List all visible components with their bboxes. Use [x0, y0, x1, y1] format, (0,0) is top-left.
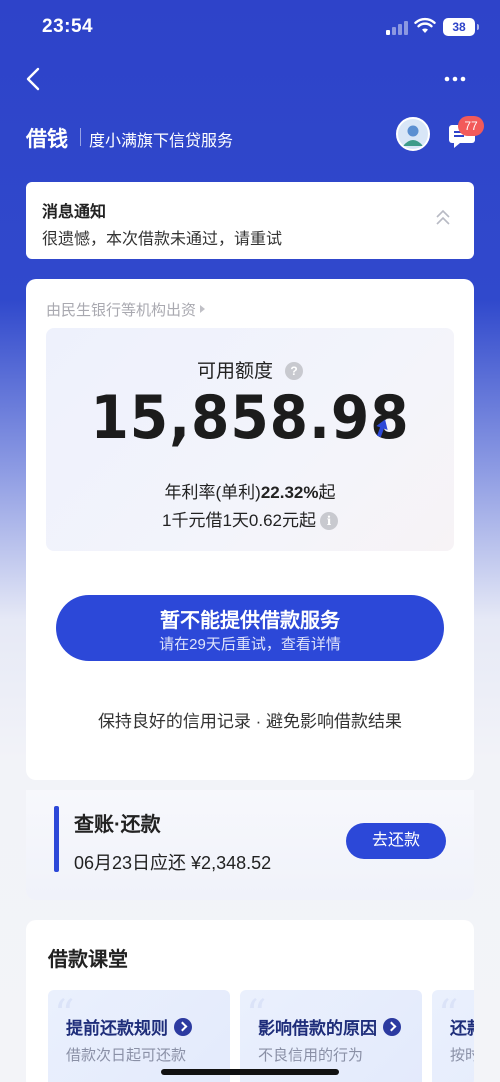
notice-card[interactable]: 消息通知 很遗憾，本次借款未通过，请重试: [26, 182, 474, 259]
chevron-right-icon: [200, 305, 206, 313]
status-time: 23:54: [42, 16, 94, 37]
page-title: 借钱: [26, 128, 68, 151]
lender-text: 由民生银行等机构出资: [46, 302, 197, 319]
collapse-icon[interactable]: [434, 208, 452, 228]
daily-cost: 1千元借1天0.62元起 i: [46, 506, 454, 531]
daily-cost-text: 1千元借1天0.62元起: [162, 511, 316, 530]
user-icon: [398, 119, 428, 149]
message-count-badge: 77: [458, 116, 484, 136]
wifi-icon: [414, 17, 436, 33]
more-icon[interactable]: [440, 69, 470, 89]
avatar[interactable]: [396, 117, 430, 151]
accent-bar: [54, 806, 59, 872]
battery-icon: 38: [443, 18, 479, 36]
rate-value: 22.32%: [260, 483, 319, 502]
header-divider: [80, 128, 81, 146]
lesson-subtitle: 不良信用的行为: [258, 1047, 364, 1064]
arrow-right-icon: [174, 1018, 192, 1036]
lesson-title: 影响借款的原因: [258, 1014, 401, 1039]
lesson-card[interactable]: “ 还款 按时: [432, 990, 474, 1082]
page-subtitle: 度小满旗下信贷服务: [89, 133, 234, 150]
notice-title: 消息通知: [42, 204, 107, 221]
classroom-title: 借款课堂: [48, 949, 128, 971]
lesson-subtitle: 借款次日起可还款: [66, 1047, 187, 1064]
home-indicator: [161, 1069, 339, 1075]
rate-prefix: 年利率(单利): [164, 483, 261, 502]
credit-label-row: 可用额度?: [46, 356, 454, 383]
repay-title: 查账·还款: [74, 814, 161, 836]
info-icon[interactable]: i: [320, 512, 338, 530]
loan-unavailable-button[interactable]: 暂不能提供借款服务 请在29天后重试，查看详情: [56, 595, 444, 661]
notice-text: 很遗憾，本次借款未通过，请重试: [42, 231, 283, 248]
rate-suffix: 起: [318, 483, 336, 502]
status-bar: 23:54 38: [0, 0, 500, 54]
loan-button-title: 暂不能提供借款服务: [160, 610, 340, 632]
arrow-right-icon: [383, 1018, 401, 1036]
loan-button-subtitle: 请在29天后重试，查看详情: [159, 636, 341, 653]
repay-card: 查账·还款 06月23日应还 ¥2,348.52 去还款: [26, 790, 474, 900]
back-arrow-icon[interactable]: [22, 67, 46, 91]
loan-classroom: 借款课堂 “ 提前还款规则 借款次日起可还款 “ 影响借款的原因 不良信用的行为…: [26, 920, 474, 1082]
repay-button[interactable]: 去还款: [346, 823, 446, 859]
lesson-subtitle: 按时: [450, 1047, 474, 1064]
credit-card: 由民生银行等机构出资 可用额度? 15,858.98 年利率(单利)22.32%…: [26, 279, 474, 780]
trend-up-icon: [376, 419, 388, 438]
lesson-title: 提前还款规则: [66, 1014, 192, 1039]
credit-tip: 保持良好的信用记录 · 避免影响借款结果: [97, 712, 403, 731]
lesson-title: 还款: [450, 1019, 474, 1038]
page-header: 借钱 度小满旗下信贷服务 77: [0, 112, 500, 162]
lender-link[interactable]: 由民生银行等机构出资: [46, 299, 206, 320]
nav-bar: [0, 55, 500, 105]
credit-summary: 可用额度? 15,858.98 年利率(单利)22.32%起 1千元借1天0.6…: [46, 328, 454, 551]
credit-label: 可用额度: [196, 361, 273, 382]
interest-rate: 年利率(单利)22.32%起: [46, 478, 454, 503]
help-icon[interactable]: ?: [285, 362, 303, 380]
repay-due: 06月23日应还 ¥2,348.52: [74, 853, 272, 873]
signal-icon: [386, 19, 408, 35]
